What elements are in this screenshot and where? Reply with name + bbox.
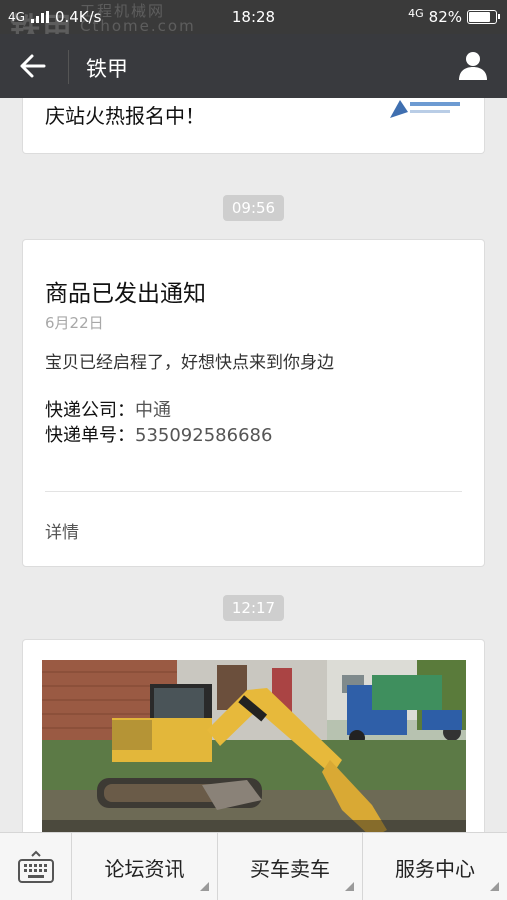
- card-description: 宝贝已经启程了，好想快点来到你身边: [45, 353, 334, 373]
- person-icon[interactable]: [457, 49, 489, 81]
- courier-label: 快递公司：: [45, 400, 135, 421]
- tracking-number: 535092586686: [135, 425, 273, 446]
- detail-link[interactable]: 详情: [45, 518, 79, 543]
- arrow-left-icon[interactable]: [18, 52, 48, 80]
- submenu-indicator-icon: [490, 882, 499, 891]
- network-type: 4G: [408, 6, 424, 20]
- tab-label: 买车卖车: [250, 856, 330, 881]
- submenu-indicator-icon: [200, 882, 209, 891]
- nav-bar: 铁甲: [0, 34, 507, 98]
- page-title: 铁甲: [86, 57, 128, 81]
- courier-row: 快递公司：中通: [45, 396, 171, 422]
- card-date: 6月22日: [45, 314, 104, 332]
- submenu-indicator-icon: [345, 882, 354, 891]
- keyboard-icon: [18, 850, 54, 883]
- nav-divider: [68, 50, 69, 84]
- battery-icon: [467, 10, 500, 24]
- tab-label: 服务中心: [395, 856, 475, 881]
- card-text: 庆站火热报名中！: [45, 104, 205, 128]
- courier-value: 中通: [135, 400, 171, 421]
- message-list[interactable]: 庆站火热报名中！ 09:56 商品已发出通知 6月22日 宝贝已经启程了，好想快…: [0, 98, 507, 832]
- status-bar: 铁甲工程机械网 Cthome.com 4G 0.4K/s 18:28 4G 82%: [0, 0, 507, 47]
- tracking-label: 快递单号：: [45, 425, 135, 446]
- card-title: 商品已发出通知: [45, 281, 206, 307]
- bottom-tab-bar: 论坛资讯 买车卖车 服务中心: [0, 832, 507, 900]
- tab-label: 论坛资讯: [104, 856, 185, 881]
- banner-thumbnail: [388, 98, 464, 122]
- tab-forum-news[interactable]: 论坛资讯: [72, 833, 218, 900]
- tracking-row: 快递单号：535092586686: [45, 421, 272, 447]
- excavator-photo[interactable]: [42, 660, 466, 832]
- message-card[interactable]: 庆站火热报名中！: [22, 98, 485, 154]
- keyboard-toggle-button[interactable]: [0, 833, 72, 900]
- tab-service-center[interactable]: 服务中心: [363, 833, 507, 900]
- image-message-card[interactable]: [22, 639, 485, 832]
- divider: [45, 491, 462, 492]
- timestamp: 12:17: [0, 595, 507, 621]
- tab-buy-sell[interactable]: 买车卖车: [218, 833, 363, 900]
- timestamp: 09:56: [0, 195, 507, 221]
- battery-percent: 82%: [428, 8, 462, 26]
- shipping-notification-card[interactable]: 商品已发出通知 6月22日 宝贝已经启程了，好想快点来到你身边 快递公司：中通 …: [22, 239, 485, 567]
